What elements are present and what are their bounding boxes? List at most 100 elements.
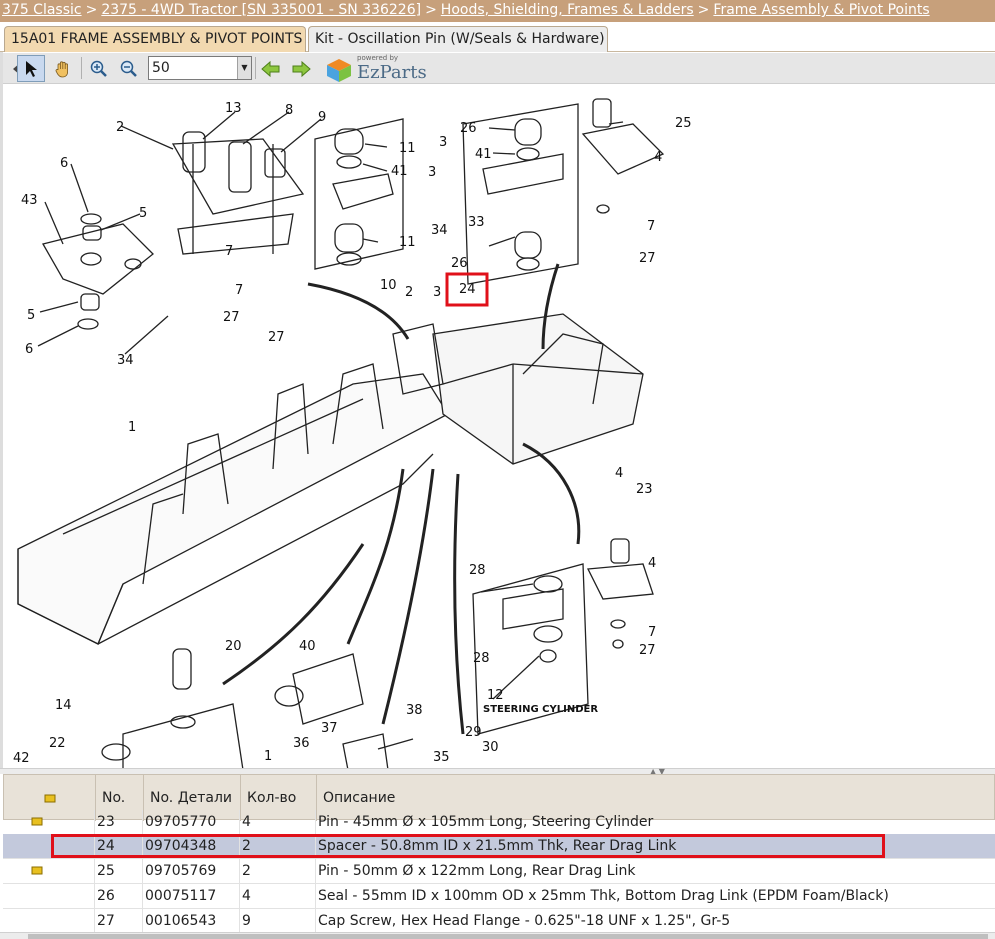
callout-3b: 3 — [439, 135, 447, 150]
pointer-icon — [26, 60, 37, 77]
callout-14: 14 — [55, 698, 72, 713]
callout-30: 30 — [482, 740, 499, 755]
callout-20: 20 — [225, 639, 242, 654]
row-no: 27 — [95, 909, 143, 932]
row-qty: 4 — [240, 884, 316, 909]
breadcrumb-separator: > — [697, 2, 710, 18]
callout-4: 4 — [654, 150, 662, 165]
table-row-selected[interactable]: 24 09704348 2 Spacer - 50.8mm ID x 21.5m… — [3, 834, 995, 859]
row-desc: Pin - 50mm Ø x 122mm Long, Rear Drag Lin… — [318, 863, 636, 879]
callout-9: 9 — [318, 110, 326, 125]
callout-36: 36 — [293, 736, 310, 751]
pointer-tool-button[interactable] — [17, 55, 45, 82]
row-qty: 4 — [240, 810, 316, 835]
viewer-toolbar: 50 ▼ powered by EzParts — [3, 53, 995, 84]
forward-button[interactable] — [287, 55, 315, 82]
callout-23: 23 — [636, 482, 653, 497]
callout-35: 35 — [433, 750, 450, 765]
callout-6b: 6 — [25, 342, 33, 357]
zoom-level-select[interactable]: 50 ▼ — [148, 56, 252, 80]
breadcrumb-separator: > — [85, 2, 98, 18]
callout-28b: 28 — [473, 651, 490, 666]
callout-33: 33 — [468, 215, 485, 230]
callout-5: 5 — [139, 206, 147, 221]
breadcrumb-separator: > — [425, 2, 437, 18]
callout-42: 42 — [13, 751, 30, 766]
callout-3: 3 — [428, 165, 436, 180]
pan-tool-button[interactable] — [49, 55, 77, 82]
row-desc: Seal - 55mm ID x 100mm OD x 25mm Thk, Bo… — [318, 888, 889, 904]
callout-38: 38 — [406, 703, 423, 718]
parts-diagram[interactable]: 2 13 8 9 6 5 43 5 6 34 7 7 27 27 11 41 3… — [3, 84, 995, 770]
zoom-out-button[interactable] — [115, 55, 143, 82]
callout-37: 37 — [321, 721, 338, 736]
callout-27c: 27 — [639, 251, 656, 266]
zoom-in-icon — [90, 60, 107, 77]
chevron-down-icon[interactable]: ▼ — [237, 57, 251, 79]
breadcrumb-link-tractor[interactable]: 2375 - 4WD Tractor [SN 335001 - SN 33622… — [101, 2, 421, 18]
callout-4c: 4 — [648, 556, 656, 571]
logo-powered-text: powered by — [357, 54, 399, 62]
row-no: 23 — [95, 810, 143, 835]
arrow-right-icon — [292, 60, 311, 77]
row-part: 00106543 — [143, 909, 240, 932]
callout-43: 43 — [21, 193, 38, 208]
callout-2b: 2 — [405, 285, 413, 300]
row-icon-empty — [3, 834, 95, 859]
breadcrumb-link-model[interactable]: 375 Classic — [2, 2, 82, 18]
row-desc: Cap Screw, Hex Head Flange - 0.625"-18 U… — [318, 913, 731, 929]
callout-26b: 26 — [451, 256, 468, 271]
parts-table: No. No. Детали Кол-во Описание 23 097057… — [3, 774, 995, 932]
row-no: 24 — [95, 834, 143, 859]
row-desc: Pin - 45mm Ø x 105mm Long, Steering Cyli… — [318, 814, 654, 830]
breadcrumb-link-section[interactable]: Hoods, Shielding, Frames & Ladders — [441, 2, 694, 18]
zoom-in-button[interactable] — [85, 55, 113, 82]
row-part: 00075117 — [143, 884, 240, 909]
callout-1b: 1 — [264, 749, 272, 764]
callout-27: 27 — [223, 310, 240, 325]
toolbar-divider — [255, 57, 256, 79]
row-part: 09705769 — [143, 859, 240, 884]
callout-28: 28 — [469, 563, 486, 578]
breadcrumb-link-page[interactable]: Frame Assembly & Pivot Points — [713, 2, 929, 18]
table-row[interactable]: 25 09705769 2 Pin - 50mm Ø x 122mm Long,… — [3, 859, 995, 884]
row-qty: 9 — [240, 909, 316, 932]
cart-icon[interactable] — [3, 810, 95, 835]
callout-24: 24 — [459, 282, 476, 297]
callout-40: 40 — [299, 639, 316, 654]
toolbar-divider — [81, 57, 82, 79]
logo-brand-text: EzParts — [357, 62, 427, 83]
callout-11b: 11 — [399, 235, 416, 250]
row-icon-empty — [3, 909, 95, 932]
tab-bar: 15A01 FRAME ASSEMBLY & PIVOT POINTS Kit … — [0, 22, 995, 52]
callout-26: 26 — [460, 121, 477, 136]
row-icon-empty — [3, 884, 95, 909]
callout-2: 2 — [116, 120, 124, 135]
callout-25: 25 — [675, 116, 692, 131]
table-row[interactable]: 27 00106543 9 Cap Screw, Hex Head Flange… — [3, 909, 995, 932]
scrollbar-thumb[interactable] — [28, 934, 988, 939]
horizontal-scrollbar[interactable] — [0, 932, 995, 939]
callout-13: 13 — [225, 101, 242, 116]
back-button[interactable] — [257, 55, 285, 82]
row-part: 09705770 — [143, 810, 240, 835]
callout-5b: 5 — [27, 308, 35, 323]
row-desc: Spacer - 50.8mm ID x 21.5mm Thk, Rear Dr… — [318, 838, 677, 854]
table-row[interactable]: 26 00075117 4 Seal - 55mm ID x 100mm OD … — [3, 884, 995, 909]
breadcrumb: 375 Classic >2375 - 4WD Tractor [SN 33500… — [0, 0, 995, 22]
tab-oscillation-pin-kit[interactable]: Kit - Oscillation Pin (W/Seals & Hardwar… — [308, 26, 608, 52]
callout-12: 12 — [487, 688, 504, 703]
tab-frame-assembly[interactable]: 15A01 FRAME ASSEMBLY & PIVOT POINTS — [4, 26, 306, 52]
callout-22: 22 — [49, 736, 66, 751]
cart-icon[interactable] — [3, 859, 95, 884]
hand-icon — [55, 60, 68, 77]
callout-6: 6 — [60, 156, 68, 171]
callout-27b: 27 — [268, 330, 285, 345]
table-row[interactable]: 23 09705770 4 Pin - 45mm Ø x 105mm Long,… — [3, 810, 995, 835]
ezparts-logo-icon — [327, 59, 351, 82]
callout-7d: 7 — [648, 625, 656, 640]
callout-10: 10 — [380, 278, 397, 293]
steering-cylinder-label: STEERING CYLINDER — [483, 704, 598, 715]
callout-41: 41 — [391, 164, 408, 179]
callout-11: 11 — [399, 141, 416, 156]
